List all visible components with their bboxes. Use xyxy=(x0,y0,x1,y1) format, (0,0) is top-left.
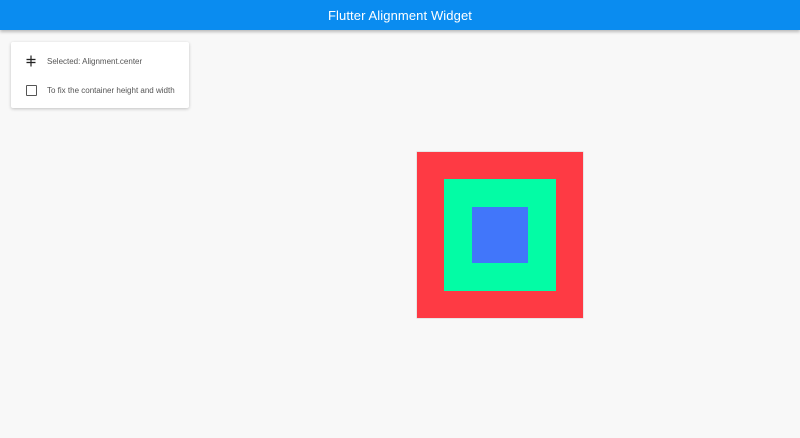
app-bar-title: Flutter Alignment Widget xyxy=(327,7,473,23)
fix-size-label: To fix the container height and width xyxy=(47,85,175,95)
options-card: Selected: Alignment.center To fix the co… xyxy=(11,42,189,108)
alignment-selected-label: Selected: Alignment.center xyxy=(47,56,143,66)
inner-container xyxy=(472,207,528,263)
fix-size-option[interactable]: To fix the container height and width xyxy=(11,79,189,101)
alignment-selector[interactable]: Selected: Alignment.center xyxy=(11,50,189,72)
checkbox-unchecked-icon[interactable] xyxy=(25,84,37,96)
app-bar: Flutter Alignment Widget xyxy=(0,0,800,30)
align-center-icon[interactable] xyxy=(25,55,37,67)
fix-size-checkbox[interactable] xyxy=(25,84,37,96)
